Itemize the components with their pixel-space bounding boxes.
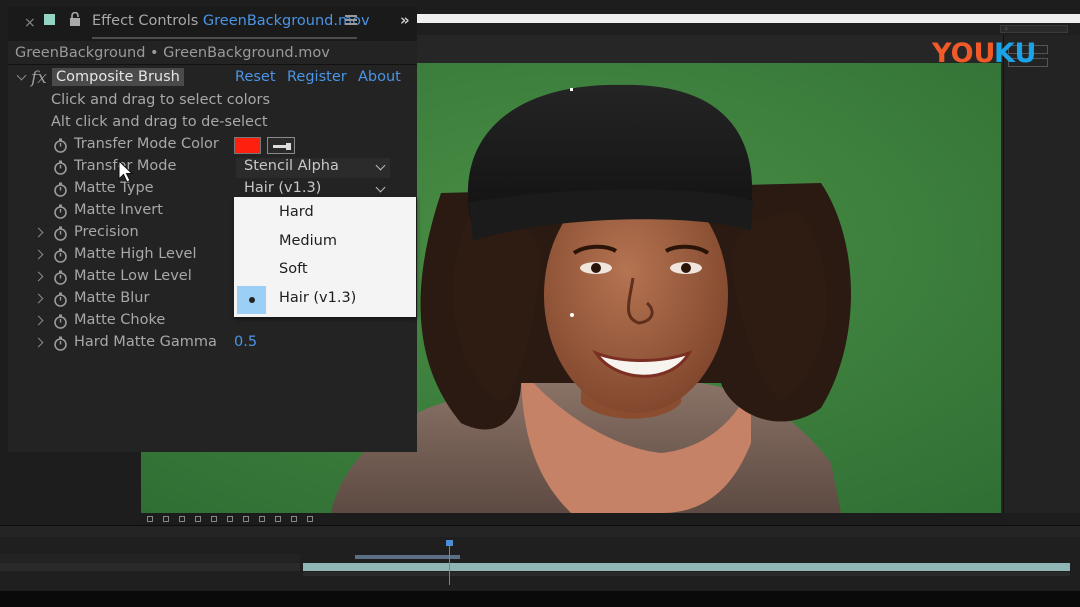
chevron-down-icon [375, 160, 386, 171]
grid-icon[interactable] [179, 516, 185, 522]
menu-item-label: Hard [279, 204, 314, 220]
effect-name[interactable]: Composite Brush [52, 68, 184, 86]
composite-brush-panel [1003, 35, 1080, 513]
playhead-line [449, 540, 450, 585]
fx-icon[interactable]: fx [31, 68, 47, 88]
reset-exposure-icon[interactable] [307, 516, 313, 522]
view-icon[interactable] [275, 516, 281, 522]
twirl-closed-icon[interactable] [33, 293, 44, 304]
close-icon[interactable]: × [24, 15, 36, 31]
property-label: Transfer Mode Color [74, 136, 219, 152]
help-line: Alt click and drag to de-select [8, 113, 417, 135]
stopwatch-icon[interactable] [53, 226, 68, 241]
property-label: Hard Matte Gamma [74, 334, 217, 350]
layer-path: GreenBackground • GreenBackground.mov [15, 45, 330, 61]
select-value: Stencil Alpha [244, 158, 339, 174]
stopwatch-icon[interactable] [53, 314, 68, 329]
status-strip [0, 591, 1080, 607]
twirl-closed-icon[interactable] [33, 227, 44, 238]
twirl-open-icon[interactable] [16, 70, 27, 81]
property-row[interactable]: Transfer Mode Color [8, 135, 417, 157]
double-chevron-icon[interactable]: » [400, 11, 410, 29]
zoom-icon[interactable] [163, 516, 169, 522]
timeline-panel [0, 525, 1080, 591]
work-area-bar[interactable] [355, 555, 460, 559]
lock-icon[interactable] [69, 12, 81, 26]
property-label: Matte Choke [74, 312, 166, 328]
help-text: Alt click and drag to de-select [51, 114, 268, 130]
youku-watermark: YOU KU [932, 36, 1052, 68]
stopwatch-icon[interactable] [53, 270, 68, 285]
transfer-mode-select[interactable]: Stencil Alpha [236, 158, 390, 178]
panel-color-icon [44, 14, 55, 25]
tab-underline [92, 37, 357, 39]
youku-logo-icon: YOU KU [932, 38, 1036, 68]
property-label: Precision [74, 224, 139, 240]
menu-item[interactable]: Soft [234, 257, 416, 285]
stopwatch-icon[interactable] [53, 248, 68, 263]
chevron-down-icon [375, 182, 386, 193]
tab-effect-controls[interactable]: Effect Controls GreenBackground.mov [92, 13, 370, 29]
layer-duration-bar[interactable] [303, 563, 1070, 571]
region-icon[interactable] [243, 516, 249, 522]
svg-text:KU: KU [994, 38, 1036, 68]
property-row[interactable]: Transfer Mode Stencil Alpha [8, 157, 417, 179]
stopwatch-icon[interactable] [53, 336, 68, 351]
camera-icon[interactable] [195, 516, 201, 522]
reset-link[interactable]: Reset [235, 69, 276, 85]
twirl-closed-icon[interactable] [33, 249, 44, 260]
toggle-icon[interactable] [147, 516, 153, 522]
channel-icon[interactable] [211, 516, 217, 522]
property-value[interactable]: 0.5 [234, 334, 257, 350]
eyedropper-icon[interactable] [267, 137, 295, 154]
twirl-closed-icon[interactable] [33, 271, 44, 282]
panel-menu-icon[interactable] [345, 15, 357, 25]
panel-tab-bar: × Effect Controls GreenBackground.mov » [8, 7, 417, 41]
property-label: Matte High Level [74, 246, 197, 262]
layer-track [303, 572, 1070, 576]
help-text: Click and drag to select colors [51, 92, 271, 108]
viewer-toolbar [141, 513, 1003, 525]
menu-item[interactable]: Hard [234, 200, 416, 228]
property-label: Matte Invert [74, 202, 163, 218]
color-swatch[interactable] [234, 137, 261, 154]
matte-type-menu: Hard Medium Soft Hair (v1.3) [234, 197, 416, 317]
twirl-closed-icon[interactable] [33, 315, 44, 326]
workspace-bar: ⌕ [417, 23, 1080, 35]
help-line: Click and drag to select colors [8, 91, 417, 113]
divider [8, 64, 417, 65]
menu-item[interactable]: Medium [234, 229, 416, 257]
search-help-field[interactable]: ⌕ [1000, 25, 1068, 33]
svg-text:YOU: YOU [932, 38, 995, 68]
title-bar [417, 14, 1080, 23]
stopwatch-icon[interactable] [53, 138, 68, 153]
search-icon: ⌕ [1005, 26, 1008, 32]
menu-item-label: Medium [279, 232, 337, 249]
stopwatch-icon[interactable] [53, 182, 68, 197]
property-row[interactable]: Hard Matte Gamma 0.5 [8, 333, 417, 355]
stopwatch-icon[interactable] [53, 160, 68, 175]
resolution-icon[interactable] [227, 516, 233, 522]
menu-item-label: Hair (v1.3) [279, 289, 357, 306]
layout-icon[interactable] [291, 516, 297, 522]
layer-row[interactable] [0, 563, 300, 571]
menu-item-label: Soft [279, 261, 308, 277]
property-label: Matte Type [74, 180, 154, 196]
stopwatch-icon[interactable] [53, 292, 68, 307]
register-link[interactable]: Register [287, 69, 347, 85]
twirl-closed-icon[interactable] [33, 337, 44, 348]
property-label: Matte Blur [74, 290, 150, 306]
timeline-tabs [0, 526, 1080, 537]
effect-header-row[interactable]: fx Composite Brush Reset Register About [8, 68, 417, 91]
stopwatch-icon[interactable] [53, 204, 68, 219]
mouse-cursor-icon [118, 160, 134, 183]
transparency-icon[interactable] [259, 516, 265, 522]
property-label: Matte Low Level [74, 268, 192, 284]
selected-bullet-icon [237, 285, 266, 314]
select-value: Hair (v1.3) [244, 180, 322, 196]
menu-item[interactable]: Hair (v1.3) [234, 285, 416, 314]
tab-label: Effect Controls [92, 13, 199, 29]
about-link[interactable]: About [358, 69, 401, 85]
layer-columns-header [0, 554, 300, 562]
